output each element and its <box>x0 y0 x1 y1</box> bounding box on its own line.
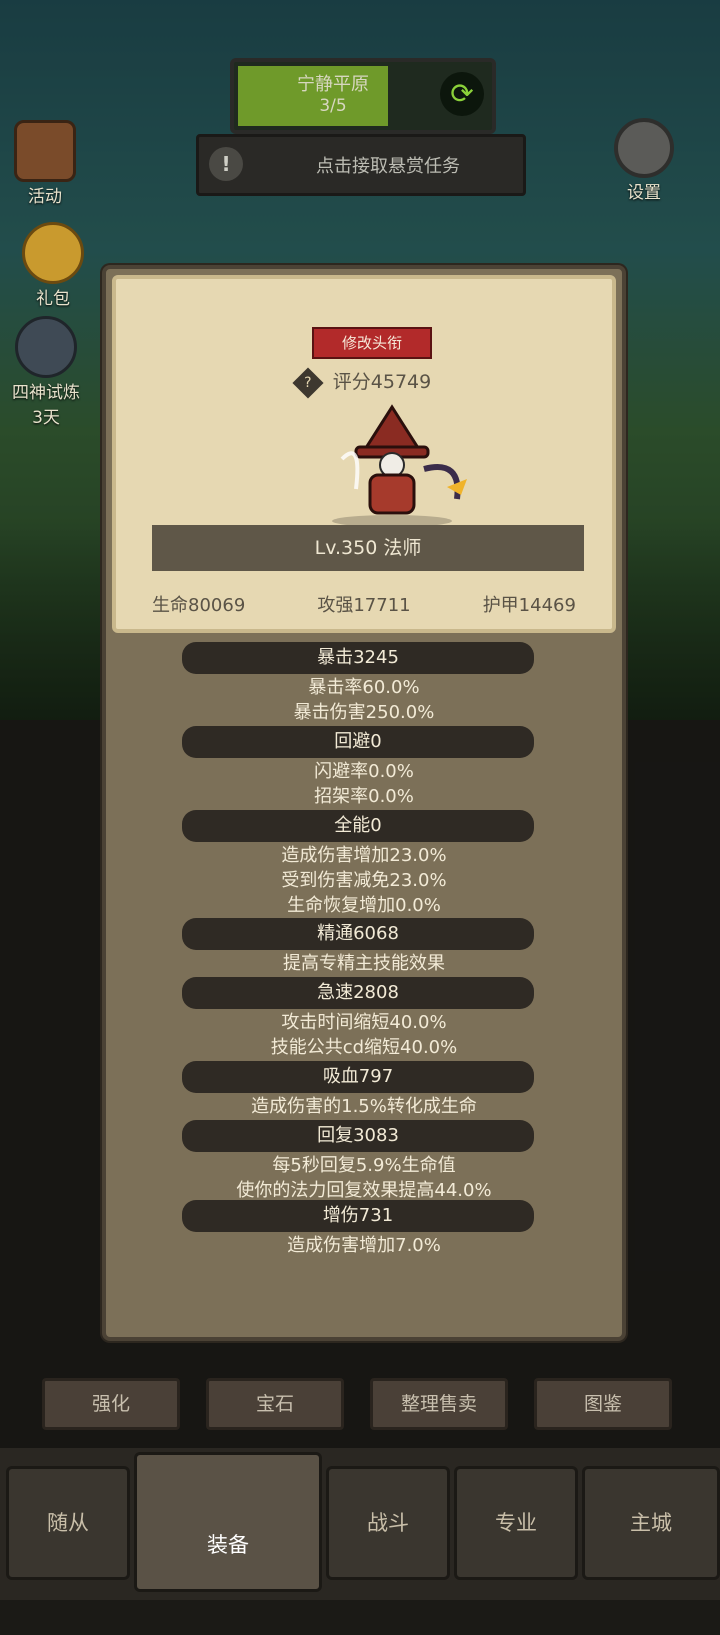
nav-profession[interactable]: 专业 <box>454 1466 578 1580</box>
trial-icon <box>15 316 77 378</box>
stat-line: 每5秒回复5.9%生命值 <box>272 1155 456 1176</box>
codex-button[interactable]: 图鉴 <box>534 1378 672 1430</box>
stage-progress: 3/5 <box>319 96 347 116</box>
question-icon[interactable]: ? <box>292 366 324 399</box>
stat-line: 暴击率60.0% <box>308 677 420 698</box>
nav-equipment[interactable]: 装备 <box>134 1452 322 1592</box>
stat-line: 生命恢复增加0.0% <box>287 895 441 916</box>
section-header-mastery: 精通6068 <box>182 918 534 950</box>
nav-followers[interactable]: 随从 <box>6 1466 130 1580</box>
alert-icon: ! <box>209 147 243 181</box>
stat-line: 使你的法力回复效果提高44.0% <box>236 1180 492 1201</box>
calendar-icon <box>14 120 76 182</box>
level-class-bar: Lv.350 法师 <box>152 525 584 571</box>
gift-button[interactable]: 礼包 <box>22 222 84 309</box>
character-card: 修改头衔 ? 评分45749 Lv.350 法师 生命80069 攻强17711 … <box>112 275 616 633</box>
attack-stat: 攻强17711 <box>317 595 411 616</box>
stat-line: 闪避率0.0% <box>314 761 414 782</box>
score-row: ? 评分45749 <box>116 366 612 399</box>
gear-icon <box>614 118 674 178</box>
enhance-button[interactable]: 强化 <box>42 1378 180 1430</box>
section-header-crit: 暴击3245 <box>182 642 534 674</box>
nav-main-city[interactable]: 主城 <box>582 1466 720 1580</box>
activity-label: 活动 <box>28 187 62 207</box>
trial-button[interactable]: 四神试炼 3天 <box>12 316 80 428</box>
section-header-lifesteal: 吸血797 <box>182 1061 534 1093</box>
settings-button[interactable]: 设置 <box>614 118 674 203</box>
gift-icon <box>22 222 84 284</box>
nav-battle[interactable]: 战斗 <box>326 1466 450 1580</box>
section-header-evasion: 回避0 <box>182 726 534 758</box>
bounty-label: 点击接取悬赏任务 <box>316 156 460 177</box>
stat-line: 受到伤害减免23.0% <box>281 870 447 891</box>
section-header-haste: 急速2808 <box>182 977 534 1009</box>
trial-days: 3天 <box>32 408 60 428</box>
stat-line: 招架率0.0% <box>314 786 414 807</box>
stat-line: 攻击时间缩短40.0% <box>281 1012 447 1033</box>
stat-line: 造成伤害的1.5%转化成生命 <box>251 1096 477 1117</box>
stat-line: 技能公共cd缩短40.0% <box>270 1037 458 1058</box>
armor-stat: 护甲14469 <box>482 595 576 616</box>
character-stats-modal: 修改头衔 ? 评分45749 Lv.350 法师 生命80069 攻强17711 … <box>102 265 626 1341</box>
stat-line: 暴击伤害250.0% <box>293 702 435 723</box>
stat-line: 造成伤害增加23.0% <box>281 845 447 866</box>
trial-label: 四神试炼 <box>12 383 80 403</box>
gem-button[interactable]: 宝石 <box>206 1378 344 1430</box>
bottom-nav: 随从 装备 战斗 专业 主城 <box>0 1448 720 1600</box>
activity-button[interactable]: 活动 <box>14 120 76 207</box>
mage-character <box>332 404 467 527</box>
stat-line: 造成伤害增加7.0% <box>287 1235 441 1256</box>
bounty-button[interactable]: ! 点击接取悬赏任务 <box>196 134 526 196</box>
sort-sell-button[interactable]: 整理售卖 <box>370 1378 508 1430</box>
hp-stat: 生命80069 <box>152 595 246 616</box>
score-value: 评分45749 <box>332 371 432 393</box>
refresh-icon[interactable]: ⟳ <box>440 72 484 116</box>
section-header-damage-bonus: 增伤731 <box>182 1200 534 1232</box>
gift-label: 礼包 <box>36 289 70 309</box>
stat-line: 提高专精主技能效果 <box>283 953 445 974</box>
section-header-regen: 回复3083 <box>182 1120 534 1152</box>
rename-title-button[interactable]: 修改头衔 <box>312 327 432 359</box>
core-stats: 生命80069 攻强17711 护甲14469 <box>116 591 612 617</box>
settings-label: 设置 <box>627 183 661 203</box>
stage-title: 宁静平原 <box>297 74 369 95</box>
stage-banner[interactable]: 宁静平原 3/5 ⟳ <box>230 58 496 134</box>
section-header-versatility: 全能0 <box>182 810 534 842</box>
